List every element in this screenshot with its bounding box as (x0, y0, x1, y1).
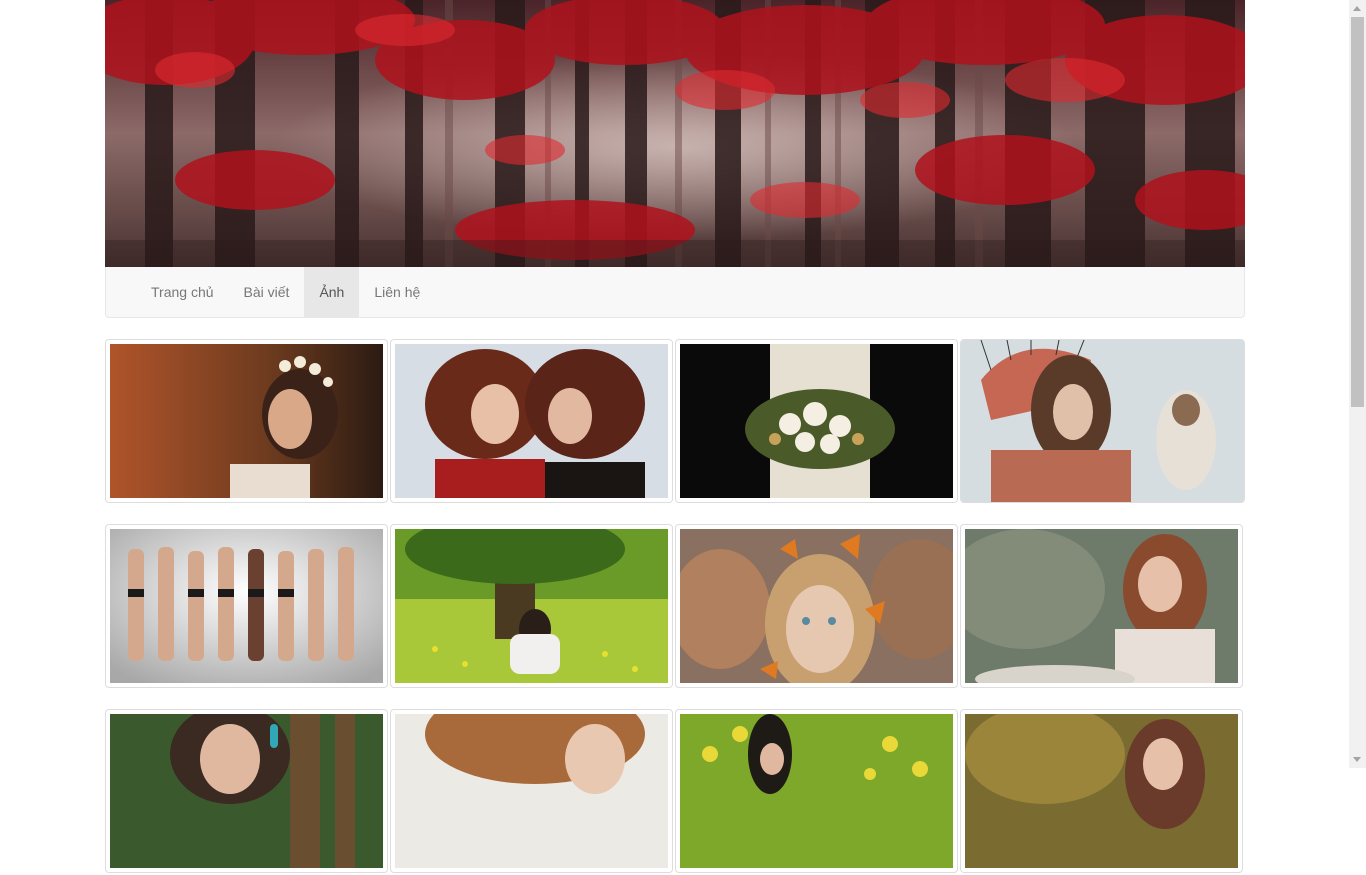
photo-girl-curly-hair (395, 714, 668, 868)
gallery-row (105, 709, 1245, 875)
nav-menu: Trang chủ Bài viết Ảnh Liên hệ (136, 267, 435, 317)
scroll-down-arrow-icon[interactable] (1353, 757, 1361, 762)
photo-thumbnail[interactable] (390, 709, 673, 873)
photo-bouquet (680, 344, 953, 498)
nav-item-photos[interactable]: Ảnh (304, 267, 360, 317)
photo-girl-meadow (395, 529, 668, 683)
header-banner (105, 0, 1245, 267)
navbar: Trang chủ Bài viết Ảnh Liên hệ (105, 267, 1245, 318)
banner-forest-image (105, 0, 1245, 267)
photo-two-girls-red (395, 344, 668, 498)
nav-item-posts[interactable]: Bài viết (229, 267, 305, 317)
photo-girl-smiling (965, 529, 1238, 683)
photo-girl-butterflies (680, 529, 953, 683)
photo-thumbnail[interactable] (960, 524, 1243, 688)
photo-girl-autumn (965, 714, 1238, 868)
page-container: Trang chủ Bài viết Ảnh Liên hệ (105, 0, 1245, 873)
photo-thumbnail[interactable] (105, 709, 388, 873)
photo-girl-yellow-field (680, 714, 953, 868)
nav-item-home[interactable]: Trang chủ (136, 267, 229, 317)
photo-thumbnail[interactable] (675, 709, 958, 873)
scroll-up-arrow-icon[interactable] (1353, 6, 1361, 11)
scrollbar-thumb[interactable] (1351, 17, 1364, 407)
gallery-row (105, 339, 1245, 505)
photo-thumbnail[interactable] (105, 524, 388, 688)
photo-thumbnail[interactable] (105, 339, 388, 503)
photo-models-lineup (110, 529, 383, 683)
nav-item-contact[interactable]: Liên hệ (359, 267, 435, 317)
page-scrollbar[interactable] (1349, 0, 1366, 768)
photo-thumbnail[interactable] (675, 524, 958, 688)
photo-native-headdress-eagle (961, 340, 1244, 502)
gallery-row (105, 524, 1245, 690)
photo-thumbnail[interactable] (675, 339, 958, 503)
photo-thumbnail[interactable] (390, 339, 673, 503)
photo-thumbnail[interactable] (390, 524, 673, 688)
photo-thumbnail[interactable] (960, 339, 1245, 503)
photo-girl-flower-crown (110, 344, 383, 498)
photo-thumbnail[interactable] (960, 709, 1243, 873)
photo-girl-bench (110, 714, 383, 868)
